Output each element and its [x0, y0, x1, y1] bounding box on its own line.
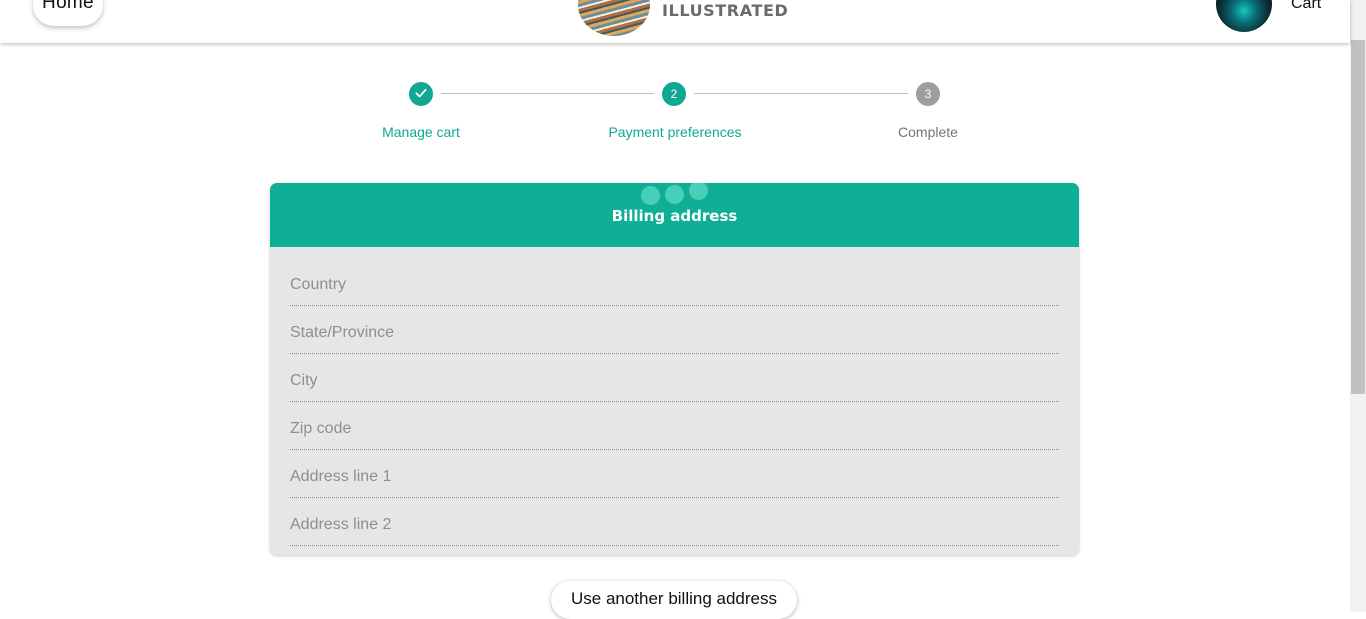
cart-link[interactable]: Cart: [1291, 0, 1321, 13]
top-navbar: Home ILLUSTRATED Cart: [0, 0, 1350, 43]
page-scrollbar-thumb[interactable]: [1351, 40, 1365, 394]
step-connector-line: [694, 93, 908, 94]
step-complete-indicator: 3: [916, 82, 940, 106]
state-province-input[interactable]: [290, 313, 1059, 354]
billing-card-title: Billing address: [611, 207, 738, 225]
loading-dot: [665, 185, 684, 204]
step-payment-indicator: 2: [662, 82, 686, 106]
home-button[interactable]: Home: [33, 0, 103, 26]
step-label-payment-preferences: Payment preferences: [608, 124, 742, 140]
zip-code-input[interactable]: [290, 409, 1059, 450]
check-icon: [414, 86, 428, 103]
billing-card-header: Billing address: [270, 183, 1079, 247]
step-label-manage-cart: Manage cart: [382, 124, 460, 140]
address-line-2-input[interactable]: [290, 505, 1059, 546]
use-another-billing-address-button[interactable]: Use another billing address: [551, 581, 797, 619]
billing-address-card: Billing address: [270, 183, 1079, 555]
city-input[interactable]: [290, 361, 1059, 402]
step-number: 2: [670, 87, 678, 101]
country-input[interactable]: [290, 265, 1059, 306]
loading-dot: [689, 183, 708, 200]
loading-dot: [641, 186, 660, 205]
logo-text: ILLUSTRATED: [662, 1, 789, 20]
logo-emblem-icon: [578, 0, 650, 36]
step-label-complete: Complete: [898, 124, 958, 140]
address-line-1-input[interactable]: [290, 457, 1059, 498]
user-avatar[interactable]: [1216, 0, 1272, 32]
step-manage-cart-indicator: [409, 82, 433, 106]
step-connector-line: [441, 93, 654, 94]
step-number: 3: [924, 87, 932, 101]
